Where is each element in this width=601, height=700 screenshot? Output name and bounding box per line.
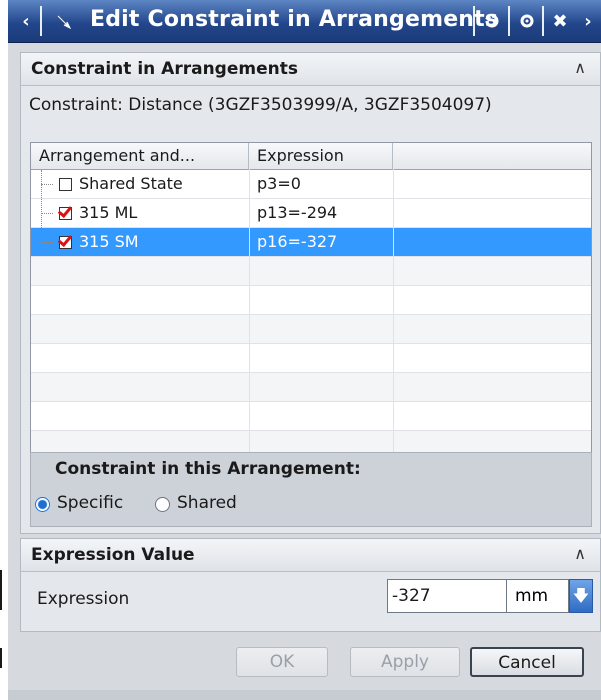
arrangement-name: 315 SM	[79, 232, 139, 251]
flag-icon[interactable]	[52, 9, 76, 33]
shared-radio-label[interactable]: Shared	[177, 493, 237, 513]
collapse-chevron-icon[interactable]: ∧	[574, 544, 586, 563]
arrangement-name: Shared State	[79, 174, 183, 193]
row-checkbox[interactable]	[59, 207, 72, 220]
arrangement-name: 315 ML	[79, 203, 138, 222]
dialog-title: Edit Constraint in Arrangements	[90, 7, 499, 32]
table-row[interactable]: 315 ML p13=-294	[31, 199, 591, 228]
unit-select[interactable]: mm	[507, 579, 569, 613]
edge-mark	[0, 648, 2, 668]
title-separator	[508, 6, 510, 36]
empty-row	[31, 257, 591, 286]
title-separator	[542, 6, 544, 36]
expression-group-title: Expression Value	[31, 545, 195, 565]
empty-row	[31, 402, 591, 431]
arrangement-mode-title: Constraint in this Arrangement:	[55, 459, 361, 479]
empty-row	[31, 373, 591, 402]
gear-icon[interactable]	[515, 9, 539, 33]
back-arrow-icon[interactable]: ‹	[14, 9, 38, 33]
expression-value-input[interactable]: -327	[387, 579, 507, 613]
apply-button[interactable]: Apply	[350, 647, 460, 677]
row-checkbox[interactable]	[59, 178, 72, 191]
title-separator	[473, 6, 475, 36]
unit-dropdown-arrow-icon[interactable]: 🡇	[569, 579, 593, 613]
edge-mark	[0, 570, 2, 610]
tree-connector	[41, 242, 53, 243]
table-header: Arrangement and... Expression	[31, 143, 591, 170]
tree-connector	[41, 213, 53, 214]
cancel-button[interactable]: Cancel	[470, 647, 584, 677]
expression-group: Expression Value ∧ Expression -327 mm 🡇	[20, 538, 601, 632]
window-left-edge	[0, 0, 8, 700]
table-row[interactable]: Shared State p3=0	[31, 170, 591, 199]
specific-radio-label[interactable]: Specific	[57, 493, 123, 513]
column-header-arrangement[interactable]: Arrangement and...	[31, 143, 249, 169]
column-header-expression[interactable]: Expression	[249, 143, 393, 169]
column-divider	[249, 169, 250, 453]
constraint-group-title: Constraint in Arrangements	[31, 59, 298, 79]
arrangement-expression: p16=-327	[257, 232, 338, 251]
specific-radio[interactable]	[35, 497, 50, 512]
row-checkbox[interactable]	[59, 236, 72, 249]
tree-connector-vertical	[41, 170, 42, 228]
empty-row	[31, 344, 591, 373]
title-bar[interactable]: ‹ Edit Constraint in Arrangements ✖ ›	[8, 0, 601, 43]
forward-arrow-icon[interactable]: ›	[576, 9, 600, 33]
collapse-chevron-icon[interactable]: ∧	[574, 58, 586, 77]
empty-row	[31, 286, 591, 315]
arrangement-expression: p3=0	[257, 174, 301, 193]
constraint-group-header[interactable]: Constraint in Arrangements ∧	[21, 53, 600, 86]
table-row-selected[interactable]: 315 SM p16=-327	[31, 228, 591, 257]
shared-radio[interactable]	[155, 497, 170, 512]
arrangement-expression: p13=-294	[257, 203, 338, 222]
window-bottom-edge	[8, 690, 601, 700]
expression-label: Expression	[37, 589, 130, 609]
tree-connector	[41, 184, 53, 185]
close-icon[interactable]: ✖	[548, 9, 572, 33]
column-divider	[393, 169, 394, 453]
constraint-description: Constraint: Distance (3GZF3503999/A, 3GZ…	[29, 95, 492, 115]
title-separator	[40, 6, 42, 36]
empty-row	[31, 315, 591, 344]
empty-row	[31, 431, 591, 453]
reset-icon[interactable]	[480, 9, 504, 33]
ok-button[interactable]: OK	[236, 647, 328, 677]
arrangement-mode-box: Constraint in this Arrangement: Specific…	[30, 452, 592, 527]
arrangements-table[interactable]: Arrangement and... Expression Shared Sta…	[30, 142, 592, 454]
expression-group-header[interactable]: Expression Value ∧	[21, 539, 600, 572]
dialog-window: ‹ Edit Constraint in Arrangements ✖ › Co…	[8, 0, 601, 700]
